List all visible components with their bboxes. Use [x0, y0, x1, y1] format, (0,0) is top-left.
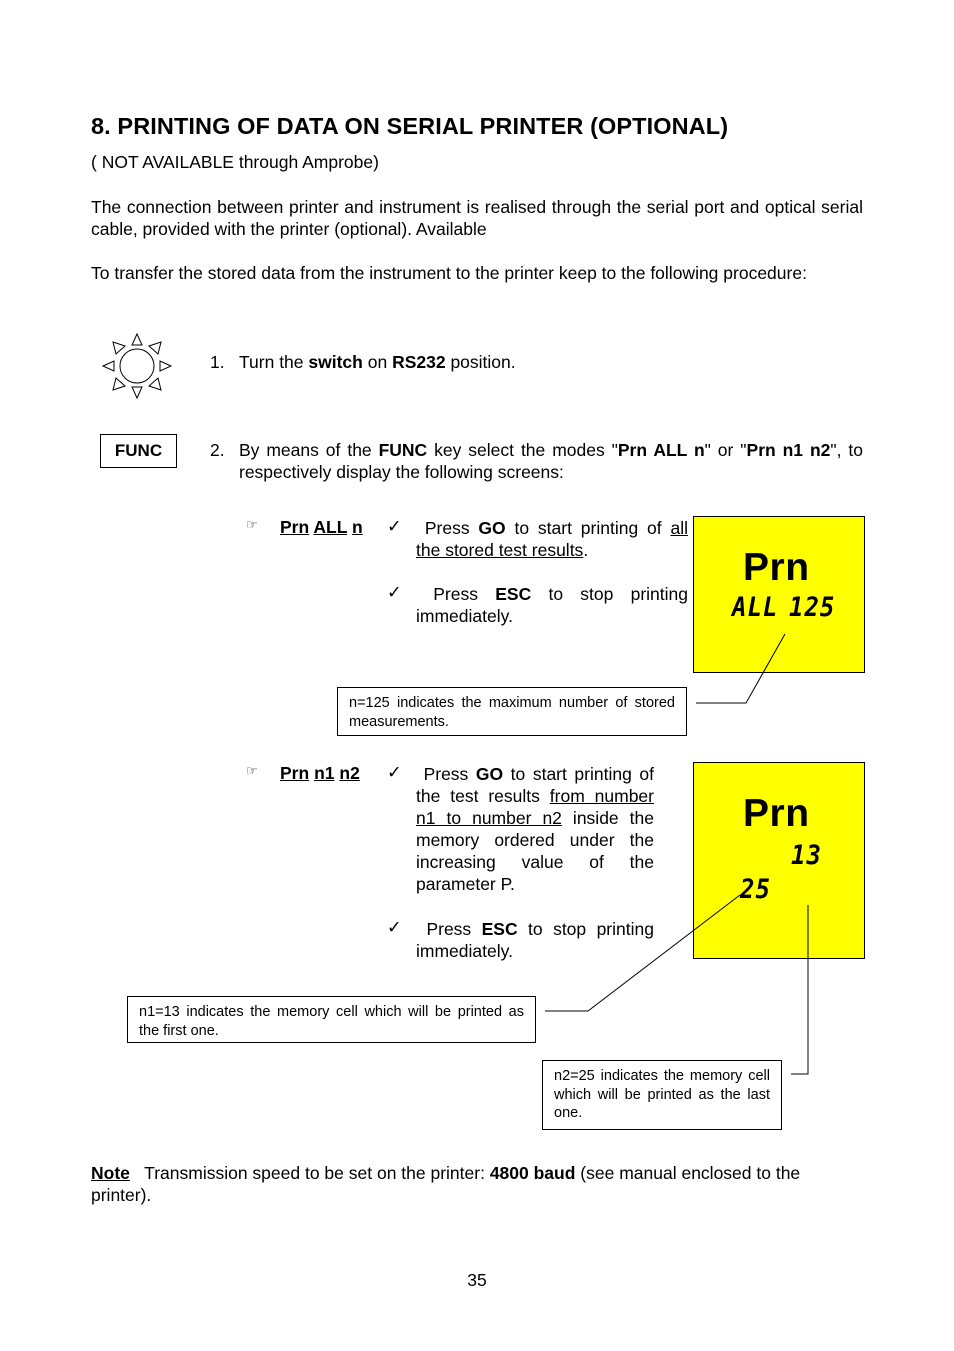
step-number: 2. — [210, 440, 225, 460]
lcd-all-text: ALL — [732, 591, 779, 623]
bullet-esc-range: Press ESC to stop printing immediately. — [416, 919, 654, 961]
checkmark-icon: ✓ — [387, 516, 402, 536]
mode-label-prn-all-n: Prn ALL n — [280, 517, 363, 537]
bullet-esc-all: Press ESC to stop printing immediately. — [416, 584, 688, 626]
note-label: Note — [91, 1163, 130, 1183]
lcd-count-text: 125 — [789, 591, 836, 623]
bullet-go-all: Press GO to start printing of all the st… — [416, 518, 688, 560]
func-key: FUNC — [100, 434, 177, 468]
checkmark-icon: ✓ — [387, 762, 402, 782]
pointing-hand-icon: ☞ — [246, 763, 258, 778]
pointing-hand-icon: ☞ — [246, 517, 258, 532]
lcd-display-prn-range: Prn 13 25 — [693, 762, 865, 959]
paragraph-connection: The connection between printer and instr… — [91, 197, 863, 239]
lcd-n2-text: 25 — [740, 873, 771, 905]
rotary-switch-icon — [101, 332, 173, 400]
lcd-main-text: Prn — [743, 546, 810, 589]
availability-note: ( NOT AVAILABLE through Amprobe) — [91, 152, 379, 172]
mode-label-prn-n1-n2: Prn n1 n2 — [280, 763, 360, 783]
page-number: 35 — [467, 1270, 487, 1290]
checkmark-icon: ✓ — [387, 582, 402, 602]
callout-n-max: n=125 indicates the maximum number of st… — [337, 687, 687, 736]
lcd-n1-text: 13 — [791, 839, 822, 871]
step-number: 1. — [210, 352, 225, 372]
step-text: By means of the FUNC key select the mode… — [239, 440, 864, 482]
lcd-main-text: Prn — [743, 792, 810, 835]
section-heading: 8. PRINTING OF DATA ON SERIAL PRINTER (O… — [91, 113, 729, 139]
bullet-go-range: Press GO to start printing of the test r… — [416, 764, 655, 894]
callout-n1: n1=13 indicates the memory cell which wi… — [127, 996, 536, 1043]
step-text: Turn the switch on RS232 position. — [239, 352, 516, 372]
callout-n2: n2=25 indicates the memory cell which wi… — [542, 1060, 782, 1130]
lcd-display-prn-all: Prn ALL 125 — [693, 516, 865, 673]
paragraph-procedure: To transfer the stored data from the ins… — [91, 263, 807, 283]
checkmark-icon: ✓ — [387, 917, 402, 937]
baud-note: Note Transmission speed to be set on the… — [91, 1163, 801, 1205]
